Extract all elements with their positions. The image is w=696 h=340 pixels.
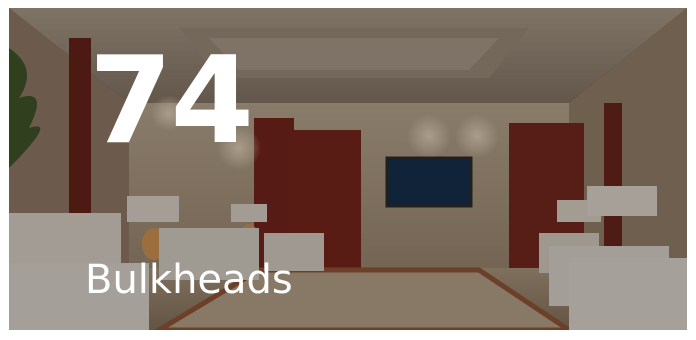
bulkheads-tile[interactable]: 74 Bulkheads: [9, 8, 687, 330]
category-title: Bulkheads: [85, 257, 293, 303]
item-count: 74: [89, 32, 254, 171]
